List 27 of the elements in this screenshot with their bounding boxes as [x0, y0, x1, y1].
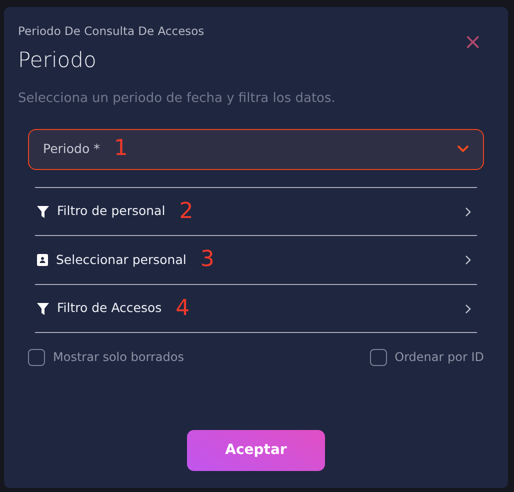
menu-item[interactable]: Filtro de personal 2	[35, 188, 477, 236]
checkbox[interactable]	[370, 348, 387, 366]
annotation-number: 4	[176, 298, 190, 320]
menu-item[interactable]: Filtro de Accesos 4	[35, 284, 477, 334]
menu-item-label: Filtro de personal	[57, 202, 166, 220]
annotation-number: 2	[179, 200, 194, 223]
chevron-right-icon	[465, 255, 471, 266]
checkbox-label: Mostrar solo borrados	[53, 349, 184, 366]
period-select[interactable]: Periodo * 1	[28, 128, 484, 170]
menu-item[interactable]: Seleccionar personal 3	[35, 236, 477, 285]
chevron-down-icon	[457, 145, 469, 154]
dialog-subtitle: Periodo De Consulta De Accesos	[18, 23, 206, 40]
select-label: Periodo *	[43, 140, 100, 158]
annotation-number: 1	[114, 138, 128, 160]
filter-icon	[37, 302, 49, 315]
checkbox-label: Ordenar por ID	[394, 349, 484, 366]
checkbox[interactable]	[28, 348, 45, 366]
dialog-description: Selecciona un periodo de fecha y filtra los datos.	[18, 90, 336, 108]
menu-item-label: Seleccionar personal	[56, 250, 186, 269]
accept-button[interactable]: Aceptar	[187, 430, 325, 472]
contact-card-icon	[37, 254, 48, 266]
menu-item-label: Filtro de Accesos	[57, 299, 162, 318]
chevron-right-icon	[465, 206, 471, 217]
filter-icon	[37, 206, 49, 218]
dialog-title: Periodo	[18, 48, 98, 74]
annotation-number: 3	[200, 249, 214, 272]
chevron-right-icon	[465, 304, 471, 314]
